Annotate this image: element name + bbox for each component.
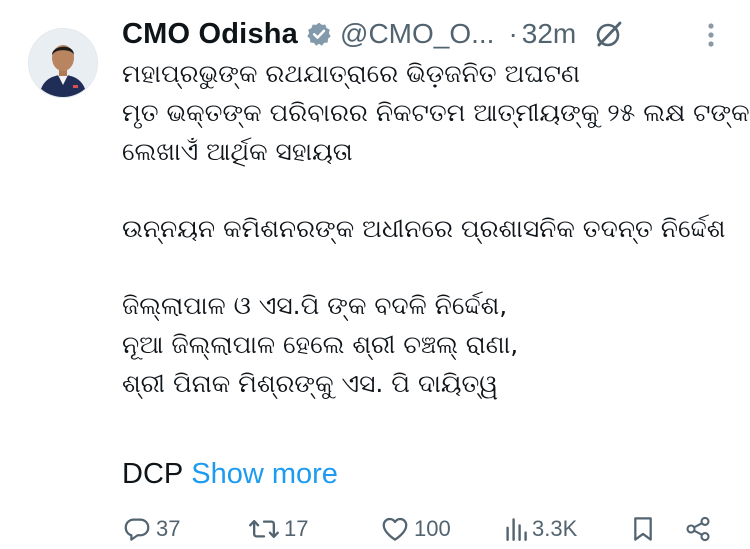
repost-icon (249, 519, 279, 538)
avatar[interactable] (28, 28, 98, 98)
views-count: 3.3K (532, 515, 578, 541)
author-display-name[interactable]: CMO Odisha (122, 18, 298, 51)
reply-count: 37 (156, 515, 181, 541)
repost-button[interactable]: 17 (248, 508, 308, 549)
views-button[interactable]: 3.3K (504, 508, 577, 549)
heart-icon (382, 517, 408, 541)
like-count: 100 (414, 515, 451, 541)
timestamp[interactable]: 32m (522, 18, 576, 50)
tweet-line: ନୂଆ ଜିଲ୍ଲାପାଳ ହେଲେ ଶ୍ରୀ ଚଞ୍ଚଲ୍ ରାଣା, (122, 330, 519, 359)
reply-icon (124, 518, 150, 541)
action-bar: 37 17 100 3.3K (0, 508, 750, 549)
verified-badge-icon[interactable] (306, 21, 332, 47)
views-icon (506, 517, 527, 541)
tweet-header: CMO Odisha @CMO_O... · 32m (122, 12, 732, 56)
tweet-line: ଶ୍ରୀ ପିନାକ ମିଶ୍ରଙ୍କୁ ଏସ. ପି ଦାୟିତ୍ୱ (122, 369, 499, 398)
tweet-text: ମହାପ୍ରଭୁଙ୍କ ରଥଯାତ୍ରାରେ ଭିଡ଼ଜନିତ ଅଘଟଣ ମୃତ… (122, 54, 750, 403)
share-icon (686, 516, 710, 541)
grok-icon[interactable] (594, 19, 624, 49)
tweet-line: ମହାପ୍ରଭୁଙ୍କ ରଥଯାତ୍ରାରେ ଭିଡ଼ଜନିତ ଅଘଟଣ (122, 59, 580, 88)
truncated-text: DCP (122, 458, 184, 490)
more-options-icon[interactable] (700, 18, 722, 52)
bookmark-icon (634, 516, 652, 541)
show-more-link[interactable]: Show more (191, 458, 338, 490)
share-button[interactable] (684, 508, 712, 549)
repost-count: 17 (284, 515, 309, 541)
truncated-line: DCP Show more (122, 458, 338, 491)
bookmark-button[interactable] (630, 508, 656, 549)
separator-dot: · (508, 18, 518, 49)
like-button[interactable]: 100 (380, 508, 451, 549)
tweet-line: ଜିଲ୍ଲାପାଳ ଓ ଏସ.ପି ଙ୍କ ବଦଳି ନିର୍ଦ୍ଦେଶ, (122, 291, 508, 320)
tweet-line: ଲେଖାଏଁ ଆର୍ଥିକ ସହାୟତା (122, 137, 353, 166)
tweet-line: ମୃତ ଭକ୍ତଙ୍କ ପରିବାରର ନିକଟତମ ଆତ୍ମୀୟଙ୍କୁ ୨୫… (122, 98, 750, 127)
tweet-line: ଉନ୍ନୟନ କମିଶନରଙ୍କ ଅଧୀନରେ ପ୍ରଶାସନିକ ତଦନ୍ତ … (122, 214, 726, 243)
tweet-card[interactable]: CMO Odisha @CMO_O... · 32m ମହାପ୍ରଭୁଙ୍କ ର… (0, 0, 750, 549)
reply-button[interactable]: 37 (122, 508, 180, 549)
author-handle[interactable]: @CMO_O... (340, 18, 494, 50)
